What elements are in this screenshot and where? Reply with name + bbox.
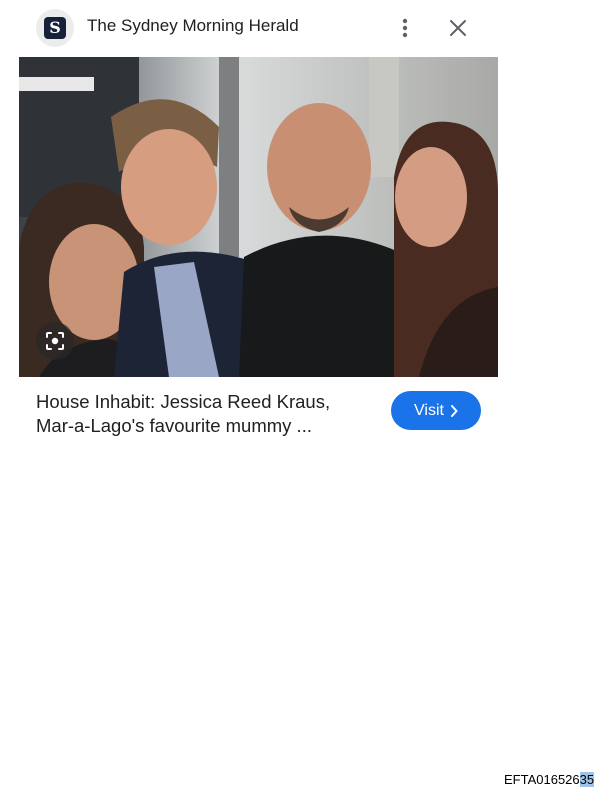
document-id: EFTA01652635: [504, 772, 594, 787]
document-id-highlight: 35: [579, 772, 594, 787]
chevron-right-icon: [450, 404, 458, 417]
close-button[interactable]: [444, 14, 472, 42]
site-name[interactable]: The Sydney Morning Herald: [87, 16, 299, 36]
visit-label: Visit: [414, 401, 444, 419]
header: S The Sydney Morning Herald: [0, 0, 594, 56]
site-logo[interactable]: S: [36, 9, 74, 47]
lens-search-icon: [46, 332, 64, 350]
more-options-button[interactable]: [392, 14, 418, 42]
more-vert-icon: [402, 18, 408, 38]
result-title[interactable]: House Inhabit: Jessica Reed Kraus, Mar-a…: [36, 390, 366, 438]
result-image[interactable]: [19, 57, 498, 377]
close-icon: [450, 20, 466, 36]
document-id-main: EFTA016526: [504, 772, 580, 787]
photo-scene: [19, 57, 498, 377]
lens-button[interactable]: [36, 322, 74, 360]
visit-button[interactable]: Visit: [391, 391, 481, 430]
site-logo-mark: S: [44, 17, 66, 39]
